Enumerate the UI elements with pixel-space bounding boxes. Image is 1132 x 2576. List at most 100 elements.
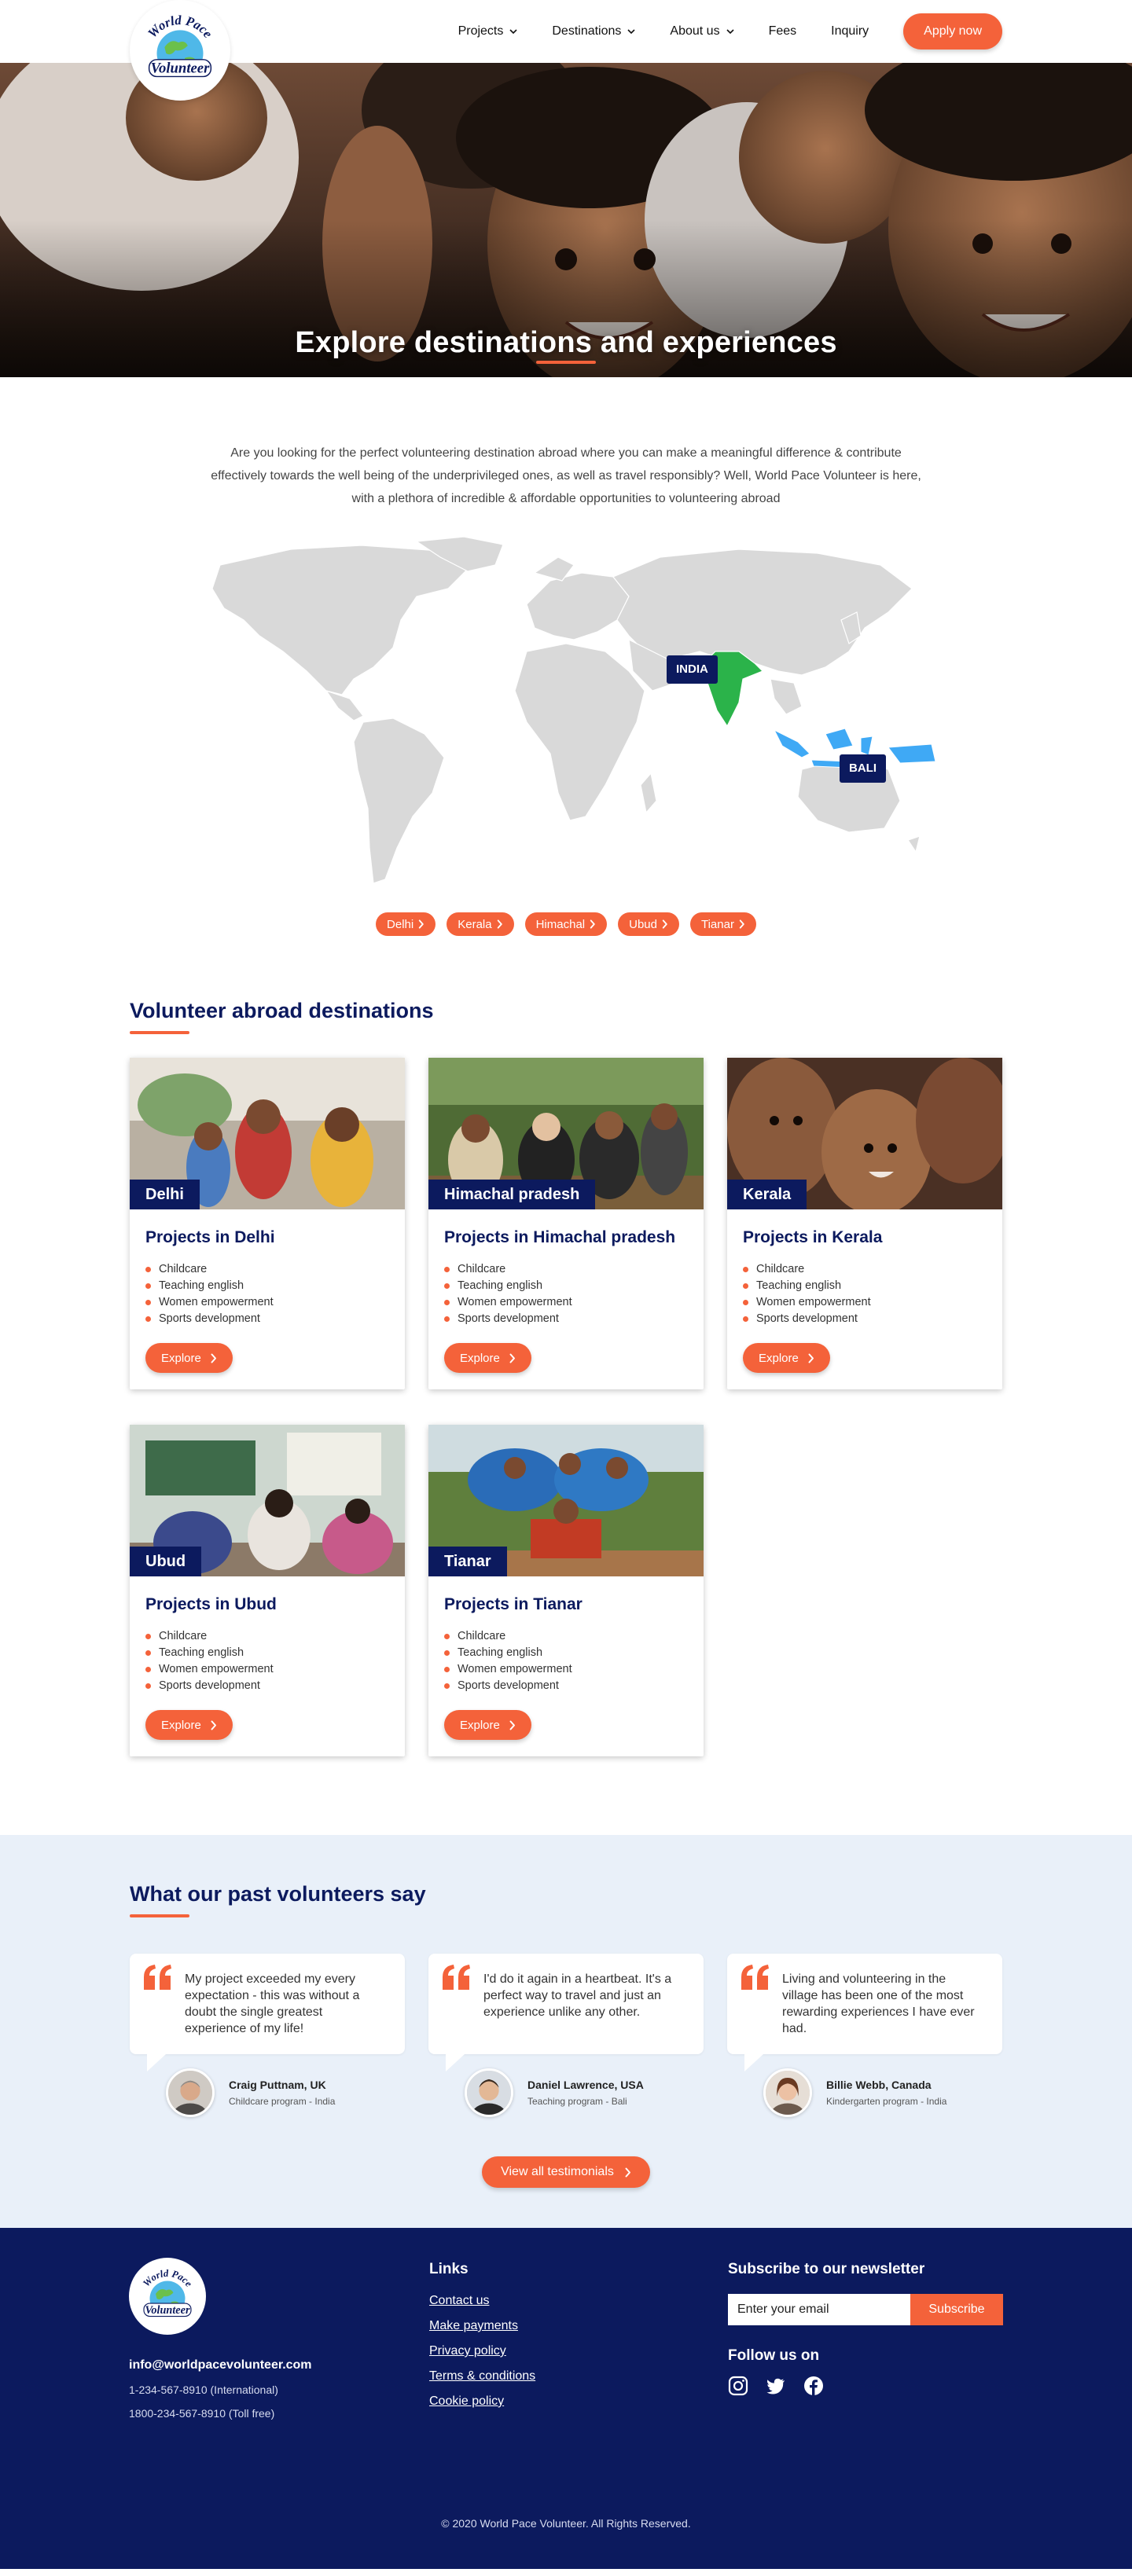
bullet-icon <box>145 1283 151 1289</box>
footer-link-privacy[interactable]: Privacy policy <box>429 2344 535 2358</box>
chevron-right-icon <box>625 2167 631 2178</box>
avatar <box>763 2068 812 2117</box>
map-tag-bali[interactable]: BALI <box>840 754 886 783</box>
bullet-icon <box>444 1683 450 1689</box>
facebook-icon[interactable] <box>803 2376 824 2396</box>
svg-text:Volunteer: Volunteer <box>145 2304 189 2317</box>
project-list-item: Sports development <box>145 1311 389 1327</box>
view-all-label: View all testimonials <box>501 2165 614 2178</box>
nav-inquiry[interactable]: Inquiry <box>814 13 886 50</box>
destination-card-photo: Kerala <box>727 1058 1002 1209</box>
nav-projects[interactable]: Projects <box>441 13 535 50</box>
project-name: Sports development <box>458 1679 559 1692</box>
hero-title: Explore destinations and experiences <box>295 326 837 359</box>
nav-fees-label: Fees <box>768 24 797 38</box>
footer: World Pace Volunteer info@worldpacevolun… <box>0 2228 1132 2569</box>
project-list-item: Teaching english <box>444 1645 688 1661</box>
avatar-photo <box>766 2071 810 2115</box>
project-list-item: Childcare <box>145 1261 389 1278</box>
destination-card-tag: Ubud <box>130 1547 202 1576</box>
pill-delhi[interactable]: Delhi <box>376 912 436 936</box>
pill-tianar[interactable]: Tianar <box>689 912 756 936</box>
footer-link-terms[interactable]: Terms & conditions <box>429 2369 535 2383</box>
testimonial-list: My project exceeded my every expectation… <box>130 1954 1002 2117</box>
project-list-item: Childcare <box>743 1261 987 1278</box>
instagram-icon[interactable] <box>728 2376 748 2396</box>
project-list-item: Sports development <box>444 1311 688 1327</box>
bullet-icon <box>444 1300 450 1305</box>
testimonial-text: I'd do it again in a heartbeat. It's a p… <box>483 1972 672 2019</box>
newsletter-title: Subscribe to our newsletter <box>728 2261 925 2277</box>
project-name: Teaching english <box>458 1279 543 1292</box>
pill-kerala[interactable]: Kerala <box>447 912 514 936</box>
project-list-item: Women empowerment <box>444 1661 688 1678</box>
project-name: Women empowerment <box>159 1296 274 1308</box>
footer-link-payments[interactable]: Make payments <box>429 2319 535 2333</box>
bullet-icon <box>444 1267 450 1272</box>
footer-links-column: Links Contact us Make payments Privacy p… <box>429 2261 535 2409</box>
nav-about-us[interactable]: About us <box>652 13 751 50</box>
pill-label: Himachal <box>535 917 586 931</box>
quote-mark-icon <box>144 1965 171 1990</box>
pill-himachal[interactable]: Himachal <box>524 912 608 936</box>
chevron-down-icon <box>726 29 734 35</box>
subscribe-button[interactable]: Subscribe <box>910 2294 1003 2325</box>
explore-button[interactable]: Explore <box>444 1343 531 1373</box>
chevron-right-icon <box>590 919 596 929</box>
destination-card[interactable]: Himachal pradesh Projects in Himachal pr… <box>428 1058 704 1389</box>
explore-button[interactable]: Explore <box>743 1343 830 1373</box>
svg-text:Volunteer: Volunteer <box>151 61 210 77</box>
project-name: Childcare <box>458 1263 506 1275</box>
project-list: Childcare Teaching english Women empowerme… <box>444 1628 688 1694</box>
destination-card-title: Projects in Kerala <box>743 1228 883 1246</box>
world-pace-logo-icon: World Pace Volunteer <box>145 13 216 78</box>
apply-now-button[interactable]: Apply now <box>903 13 1002 50</box>
top-nav: World Pace Volunteer Projects Destinatio… <box>0 0 1132 101</box>
bullet-icon <box>743 1267 748 1272</box>
footer-link-contact[interactable]: Contact us <box>429 2294 535 2308</box>
bullet-icon <box>444 1634 450 1639</box>
project-name: Childcare <box>458 1630 506 1642</box>
newsletter-email-input[interactable] <box>728 2294 910 2325</box>
project-name: Childcare <box>159 1263 208 1275</box>
destination-card[interactable]: Ubud Projects in Ubud Childcare Teaching … <box>130 1425 405 1756</box>
explore-button[interactable]: Explore <box>145 1343 233 1373</box>
footer-links-title: Links <box>429 2261 469 2277</box>
follow-us-title: Follow us on <box>728 2347 820 2364</box>
footer-link-cookie[interactable]: Cookie policy <box>429 2394 535 2409</box>
testimonial-quote-bubble: Living and volunteering in the village h… <box>727 1954 1002 2071</box>
map-tag-india[interactable]: INDIA <box>667 655 718 684</box>
twitter-icon[interactable] <box>766 2376 786 2396</box>
project-name: Teaching english <box>458 1646 543 1659</box>
nav-destinations[interactable]: Destinations <box>535 13 652 50</box>
quote-mark-icon <box>443 1965 470 1990</box>
pill-label: Ubud <box>629 917 657 931</box>
footer-logo[interactable]: World Pace Volunteer <box>129 2258 206 2335</box>
explore-button[interactable]: Explore <box>145 1710 233 1740</box>
avatar <box>465 2068 513 2117</box>
chevron-right-icon <box>509 1353 516 1363</box>
view-all-testimonials-button[interactable]: View all testimonials <box>482 2156 650 2188</box>
pill-ubud[interactable]: Ubud <box>618 912 679 936</box>
bullet-icon <box>145 1300 151 1305</box>
project-list-item: Sports development <box>444 1678 688 1694</box>
nav-fees[interactable]: Fees <box>752 13 814 50</box>
testimonial-quote-bubble: My project exceeded my every expectation… <box>130 1954 405 2071</box>
project-list-item: Childcare <box>444 1628 688 1645</box>
project-list: Childcare Teaching english Women empowerme… <box>444 1261 688 1327</box>
project-list: Childcare Teaching english Women empowerme… <box>145 1261 389 1327</box>
brand-logo[interactable]: World Pace Volunteer <box>130 0 230 101</box>
explore-button[interactable]: Explore <box>444 1710 531 1740</box>
bullet-icon <box>444 1283 450 1289</box>
project-list-item: Sports development <box>145 1678 389 1694</box>
bullet-icon <box>145 1267 151 1272</box>
chevron-down-icon <box>509 29 517 35</box>
pill-label: Tianar <box>700 917 734 931</box>
destination-card[interactable]: Tianar Projects in Tianar Childcare Teach… <box>428 1425 704 1756</box>
project-name: Teaching english <box>756 1279 842 1292</box>
footer-email[interactable]: info@worldpacevolunteer.com <box>129 2358 312 2372</box>
destination-card[interactable]: Kerala Projects in Kerala Childcare Teach… <box>727 1058 1002 1389</box>
newsletter-form: Subscribe <box>728 2294 1003 2325</box>
footer-phone-international: 1-234-567-8910 (International) <box>129 2383 278 2396</box>
destination-card[interactable]: Delhi Projects in Delhi Childcare Teachin… <box>130 1058 405 1389</box>
